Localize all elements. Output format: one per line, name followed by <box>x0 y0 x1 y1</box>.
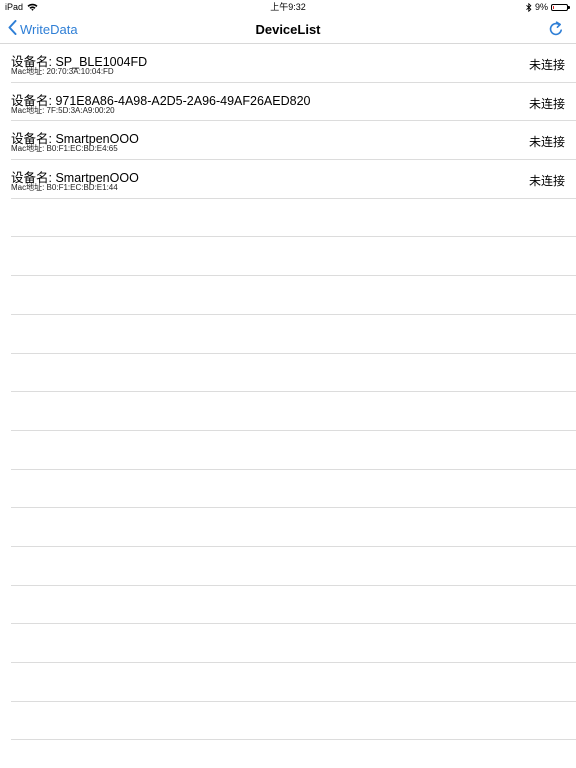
device-mac: Mac地址: 20:70:3A:10:04:FD <box>11 67 114 76</box>
empty-row <box>0 547 576 586</box>
empty-row <box>0 663 576 702</box>
empty-row <box>0 431 576 470</box>
refresh-button[interactable] <box>548 21 564 37</box>
device-row[interactable]: 设备名: SP_BLE1004FD Mac地址: 20:70:3A:10:04:… <box>0 44 576 83</box>
empty-row <box>0 276 576 315</box>
device-mac: Mac地址: 7F:5D:3A:A9:00:20 <box>11 105 115 115</box>
battery-fill <box>553 5 554 9</box>
navigation-bar: WriteData DeviceList <box>0 14 576 44</box>
empty-row <box>0 702 576 741</box>
battery-icon <box>551 3 570 11</box>
empty-row <box>0 740 576 768</box>
connection-status: 未连接 <box>528 58 565 72</box>
status-bar: iPad 上午9:32 9% <box>0 0 576 14</box>
empty-row <box>0 508 576 547</box>
connection-status: 未连接 <box>528 174 565 189</box>
device-list: 设备名: SP_BLE1004FD Mac地址: 20:70:3A:10:04:… <box>0 44 576 768</box>
refresh-icon <box>548 21 564 41</box>
empty-row <box>0 199 576 238</box>
device-row[interactable]: 设备名: 971E8A86-4A98-A2D5-2A96-49AF26AED82… <box>0 83 576 122</box>
empty-row <box>0 586 576 625</box>
device-row[interactable]: 设备名: SmartpenOOO Mac地址: B0:F1:EC:BD:E4:6… <box>0 121 576 160</box>
device-mac: Mac地址: B0:F1:EC:BD:E1:44 <box>11 183 118 193</box>
device-row[interactable]: 设备名: SmartpenOOO Mac地址: B0:F1:EC:BD:E1:4… <box>0 160 576 199</box>
empty-row <box>0 470 576 509</box>
connection-status: 未连接 <box>528 96 565 111</box>
battery-cap <box>568 6 570 9</box>
empty-row <box>0 315 576 354</box>
empty-row <box>0 624 576 663</box>
bluetooth-icon <box>526 2 532 12</box>
empty-row <box>0 392 576 431</box>
page-title: DeviceList <box>255 22 321 37</box>
device-mac: Mac地址: B0:F1:EC:BD:E4:65 <box>11 144 118 154</box>
empty-row <box>0 237 576 276</box>
empty-row <box>0 354 576 393</box>
status-right: 9% <box>526 0 570 14</box>
battery-percent: 9% <box>534 2 548 12</box>
status-time: 上午9:32 <box>270 2 306 12</box>
connection-status: 未连接 <box>528 135 565 150</box>
screen: iPad 上午9:32 9% WriteData DeviceList 设备名:… <box>0 0 576 768</box>
